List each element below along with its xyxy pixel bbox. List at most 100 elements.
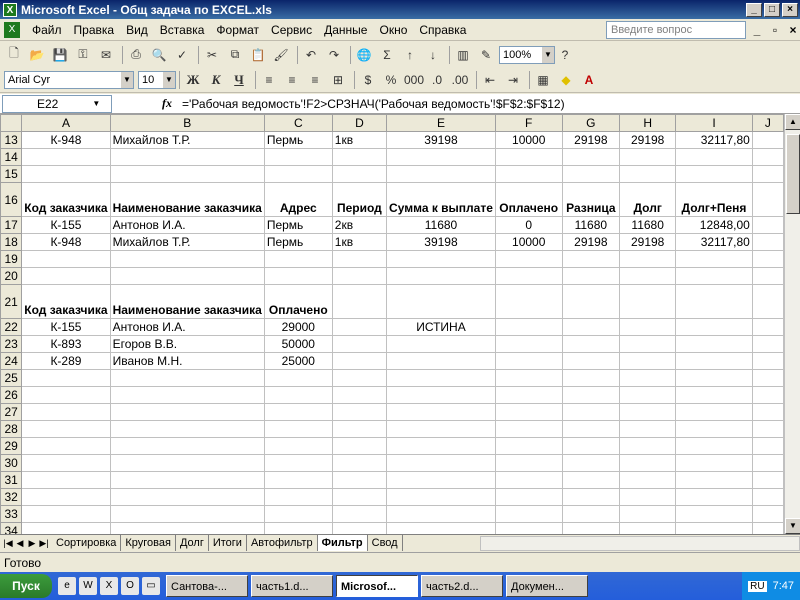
row-header[interactable]: 14 <box>0 148 23 166</box>
cell-G30[interactable] <box>561 454 621 472</box>
cell-H18[interactable]: 29198 <box>619 233 677 251</box>
scroll-thumb[interactable] <box>786 134 800 214</box>
cell-E28[interactable] <box>386 420 496 438</box>
cell-E17[interactable]: 11680 <box>386 216 496 234</box>
tab-krugovaya[interactable]: Круговая <box>121 535 176 551</box>
menu-help[interactable]: Справка <box>413 20 472 40</box>
cell-C20[interactable] <box>263 267 333 285</box>
column-header[interactable]: A <box>21 114 111 132</box>
cell-I27[interactable] <box>675 403 753 421</box>
cell-I33[interactable] <box>675 505 753 523</box>
cell-C16[interactable]: Адрес <box>263 182 333 217</box>
cell-J18[interactable] <box>751 233 784 251</box>
workbook-close-button[interactable]: × <box>786 23 800 37</box>
maximize-button[interactable]: □ <box>764 2 780 17</box>
cell-I20[interactable] <box>675 267 753 285</box>
browser-icon[interactable]: e <box>58 577 76 595</box>
cell-H28[interactable] <box>619 420 677 438</box>
cell-J24[interactable] <box>751 352 784 370</box>
cell-G23[interactable] <box>561 335 621 353</box>
email-icon[interactable]: ✉ <box>96 45 116 65</box>
increase-decimal-icon[interactable]: .0 <box>427 70 447 90</box>
cell-A21[interactable]: Код заказчика <box>21 284 111 319</box>
cell-D31[interactable] <box>331 471 388 489</box>
cell-B26[interactable] <box>109 386 265 404</box>
function-icon[interactable]: fx <box>152 96 182 111</box>
cell-J27[interactable] <box>751 403 784 421</box>
cell-E24[interactable] <box>386 352 496 370</box>
cell-E34[interactable] <box>386 522 496 534</box>
open-icon[interactable]: 📂 <box>27 45 47 65</box>
cell-G24[interactable] <box>561 352 621 370</box>
cell-J26[interactable] <box>751 386 784 404</box>
cell-D32[interactable] <box>331 488 388 506</box>
cell-E13[interactable]: 39198 <box>386 131 496 149</box>
align-left-icon[interactable]: ≡ <box>259 70 279 90</box>
cell-F32[interactable] <box>494 488 563 506</box>
cell-H34[interactable] <box>619 522 677 534</box>
drawing-icon[interactable]: ✎ <box>476 45 496 65</box>
cell-D28[interactable] <box>331 420 388 438</box>
cell-I15[interactable] <box>675 165 753 183</box>
menu-data[interactable]: Данные <box>318 20 373 40</box>
cell-A19[interactable] <box>21 250 111 268</box>
tab-sortirovka[interactable]: Сортировка <box>52 535 122 551</box>
save-icon[interactable]: 💾 <box>50 45 70 65</box>
cell-B22[interactable]: Антонов И.А. <box>109 318 265 336</box>
cell-B30[interactable] <box>109 454 265 472</box>
row-header[interactable]: 23 <box>0 335 23 353</box>
cell-H31[interactable] <box>619 471 677 489</box>
chart-wizard-icon[interactable]: ▥ <box>453 45 473 65</box>
decrease-indent-icon[interactable]: ⇤ <box>480 70 500 90</box>
cell-J13[interactable] <box>751 131 784 149</box>
cell-A20[interactable] <box>21 267 111 285</box>
spelling-icon[interactable]: ✓ <box>172 45 192 65</box>
cell-D24[interactable] <box>331 352 388 370</box>
cell-C25[interactable] <box>263 369 333 387</box>
cell-H30[interactable] <box>619 454 677 472</box>
column-header[interactable]: D <box>331 114 388 132</box>
cell-E27[interactable] <box>386 403 496 421</box>
tab-dolg[interactable]: Долг <box>175 535 209 551</box>
cell-F16[interactable]: Оплачено <box>494 182 563 217</box>
first-sheet-icon[interactable]: |◀ <box>2 538 14 549</box>
row-header[interactable]: 26 <box>0 386 23 404</box>
cell-J22[interactable] <box>751 318 784 336</box>
last-sheet-icon[interactable]: ▶| <box>38 538 50 549</box>
cell-F25[interactable] <box>494 369 563 387</box>
cell-J32[interactable] <box>751 488 784 506</box>
column-header[interactable]: E <box>386 114 496 132</box>
cell-B20[interactable] <box>109 267 265 285</box>
cell-G25[interactable] <box>561 369 621 387</box>
cell-H33[interactable] <box>619 505 677 523</box>
permission-icon[interactable]: ⚿ <box>73 45 93 65</box>
cell-D30[interactable] <box>331 454 388 472</box>
cell-I17[interactable]: 12848,00 <box>675 216 753 234</box>
cell-E32[interactable] <box>386 488 496 506</box>
cell-I14[interactable] <box>675 148 753 166</box>
align-right-icon[interactable]: ≡ <box>305 70 325 90</box>
cell-A29[interactable] <box>21 437 111 455</box>
cell-G27[interactable] <box>561 403 621 421</box>
cell-A25[interactable] <box>21 369 111 387</box>
tab-avtofilter[interactable]: Автофильтр <box>246 535 318 551</box>
cell-G19[interactable] <box>561 250 621 268</box>
cell-J19[interactable] <box>751 250 784 268</box>
cell-I18[interactable]: 32117,80 <box>675 233 753 251</box>
tab-filter[interactable]: Фильтр <box>317 535 368 551</box>
cell-H14[interactable] <box>619 148 677 166</box>
row-header[interactable]: 33 <box>0 505 23 523</box>
cell-H29[interactable] <box>619 437 677 455</box>
word-icon[interactable]: W <box>79 577 97 595</box>
cell-B21[interactable]: Наименование заказчика <box>109 284 265 319</box>
cell-F33[interactable] <box>494 505 563 523</box>
cell-C24[interactable]: 25000 <box>263 352 333 370</box>
cell-C31[interactable] <box>263 471 333 489</box>
folder-icon[interactable]: ▭ <box>142 577 160 595</box>
cell-H22[interactable] <box>619 318 677 336</box>
cell-I32[interactable] <box>675 488 753 506</box>
cell-I28[interactable] <box>675 420 753 438</box>
cell-I26[interactable] <box>675 386 753 404</box>
minimize-button[interactable]: _ <box>746 2 762 17</box>
cell-J14[interactable] <box>751 148 784 166</box>
